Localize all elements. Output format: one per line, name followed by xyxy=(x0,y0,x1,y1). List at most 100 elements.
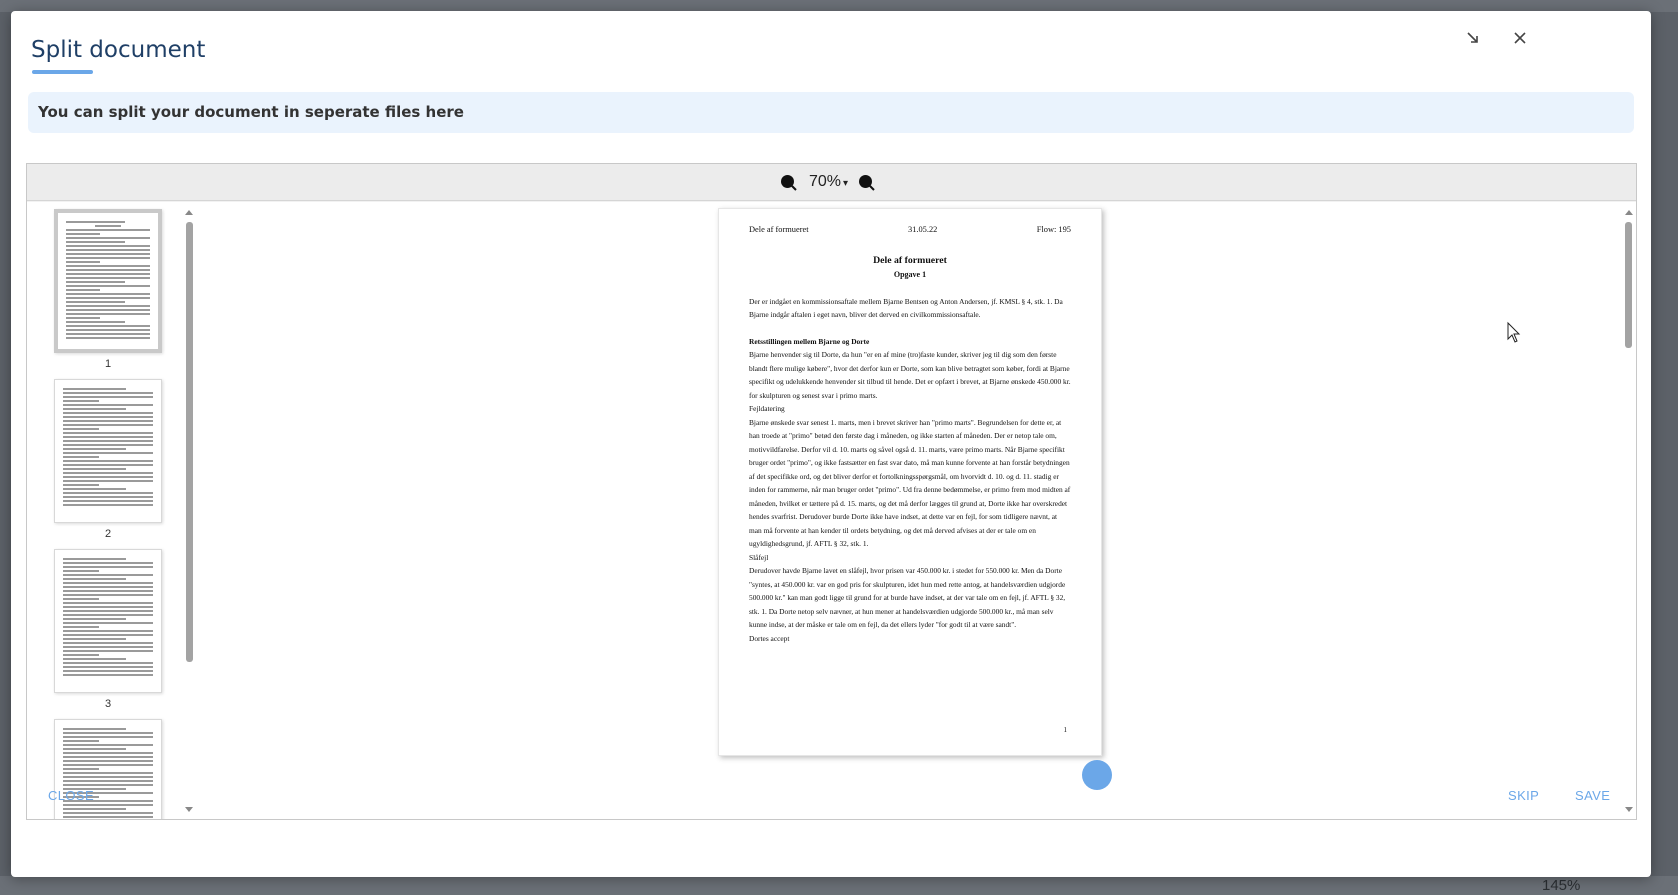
thumbnail-preview xyxy=(54,379,162,523)
thumbnail-text-line xyxy=(66,321,125,323)
thumbnail-text-line xyxy=(63,476,153,478)
thumbnail-text-line xyxy=(66,297,150,299)
thumbnail-text-line xyxy=(66,313,150,315)
thumbnail-text-line xyxy=(63,496,153,498)
zoom-select[interactable]: 70% ▾ xyxy=(809,173,848,191)
document-scrollbar[interactable] xyxy=(1620,202,1636,819)
thumbnail-text-line xyxy=(63,468,126,470)
thumbnail-text-line xyxy=(63,594,153,596)
thumbnail-text-line xyxy=(66,281,125,283)
save-button[interactable]: SAVE xyxy=(1575,788,1610,803)
split-action-button[interactable] xyxy=(1082,760,1112,790)
thumbnail-text-line xyxy=(63,404,153,406)
thumbnail-text-line xyxy=(63,606,153,608)
thumbnail-text-line xyxy=(63,662,153,664)
thumbnail-text-line xyxy=(63,504,153,506)
thumbnail-text-line xyxy=(63,622,153,624)
thumbnail-text-line xyxy=(63,736,153,738)
thumbnail-text-line xyxy=(63,752,153,754)
viewer-toolbar: 70% ▾ xyxy=(27,164,1636,201)
thumbnail-page-1[interactable]: 1 xyxy=(54,209,162,370)
zoom-controls: 70% ▾ xyxy=(780,173,875,191)
thumbnail-text-line xyxy=(63,492,153,494)
thumbnail-text-line xyxy=(63,488,126,490)
thumbnail-text-line xyxy=(66,301,125,303)
document-title: Dele af formueret xyxy=(873,254,947,266)
thumbnail-text-line xyxy=(63,618,126,620)
mouse-cursor-icon xyxy=(1507,321,1521,343)
close-icon[interactable] xyxy=(1507,25,1533,51)
section-heading: Slåfejl xyxy=(749,552,769,562)
zoom-in-icon[interactable] xyxy=(858,174,875,191)
paragraph: Bjarne ønskede svar senest 1. marts, men… xyxy=(749,417,1071,549)
thumbnail-text-line xyxy=(63,428,99,430)
thumbnail-text-line xyxy=(66,269,150,271)
thumbnail-text-line xyxy=(63,412,153,414)
thumbnail-text-line xyxy=(63,646,153,648)
thumbnail-text-line xyxy=(66,261,100,263)
scrollbar-thumb[interactable] xyxy=(186,222,193,662)
header-right: Flow: 195 xyxy=(1036,225,1071,234)
thumbnail-text-line xyxy=(63,816,153,818)
thumbnail-text-line xyxy=(95,225,121,227)
section-heading: Fejldatering xyxy=(749,404,785,413)
thumbnail-text-line xyxy=(66,317,100,319)
close-button[interactable]: CLOSE xyxy=(48,788,94,803)
thumbnail-text-line xyxy=(63,392,153,394)
thumbnail-text-line xyxy=(63,444,153,446)
zoom-out-icon[interactable] xyxy=(780,174,797,191)
thumbnail-text-line xyxy=(63,634,153,636)
page-header: Dele af formueret 31.05.22 Flow: 195 xyxy=(749,223,1071,237)
thumbnail-text-line xyxy=(63,748,126,750)
intro-paragraph: Der er indgået en kommissionsaftale mell… xyxy=(749,296,1063,320)
thumbnail-text-line xyxy=(63,396,153,398)
thumbnail-page-2[interactable]: 2 xyxy=(54,379,162,540)
thumbnail-page-3[interactable]: 3 xyxy=(54,549,162,710)
thumbnail-text-line xyxy=(63,440,153,442)
thumbnail-text-line xyxy=(63,768,99,770)
thumbnail-text-line xyxy=(63,756,153,758)
chevron-down-icon: ▾ xyxy=(843,178,849,189)
thumbnail-preview xyxy=(54,719,162,819)
thumbnail-page-number: 1 xyxy=(104,358,112,370)
thumbnail-text-line xyxy=(66,337,150,339)
thumbnail-text-line xyxy=(63,626,99,628)
thumbnail-text-line xyxy=(66,245,150,247)
thumbnail-text-line xyxy=(63,760,153,762)
scroll-down-icon[interactable] xyxy=(185,807,193,812)
thumbnail-page-number: 3 xyxy=(104,698,112,710)
section-heading: Retsstillingen mellem Bjarne og Dorte xyxy=(749,336,870,346)
thumbnail-text-line xyxy=(63,578,126,580)
thumbnail-text-line xyxy=(63,654,99,656)
scrollbar-thumb[interactable] xyxy=(1625,222,1632,348)
thumbnail-text-line xyxy=(63,566,153,568)
thumbnail-page-number: 2 xyxy=(104,528,112,540)
thumbnail-text-line xyxy=(63,472,153,474)
thumbnail-text-line xyxy=(66,293,150,295)
thumbnail-text-line xyxy=(63,464,153,466)
thumbnail-text-line xyxy=(66,285,150,287)
thumbnail-text-line xyxy=(63,436,153,438)
scroll-down-icon[interactable] xyxy=(1625,807,1633,812)
skip-button[interactable]: SKIP xyxy=(1508,788,1539,803)
scroll-up-icon[interactable] xyxy=(1625,210,1633,215)
info-banner: You can split your document in seperate … xyxy=(28,92,1634,133)
thumbnail-text-line xyxy=(66,309,150,311)
thumbnail-page-4[interactable] xyxy=(54,719,162,819)
thumbnail-text-line xyxy=(63,432,153,434)
minimize-icon[interactable] xyxy=(1460,25,1486,51)
thumbnail-scrollbar[interactable] xyxy=(182,202,202,819)
thumbnail-text-line xyxy=(63,400,99,402)
thumbnail-text-line xyxy=(63,614,153,616)
thumbnail-text-line xyxy=(63,480,153,482)
dialog-title: Split document xyxy=(31,37,206,63)
header-center: 31.05.22 xyxy=(908,225,938,234)
scroll-up-icon[interactable] xyxy=(185,210,193,215)
thumbnail-text-line xyxy=(63,610,153,612)
thumbnail-text-line xyxy=(63,582,153,584)
thumbnail-text-line xyxy=(63,562,153,564)
thumbnail-text-line xyxy=(63,602,153,604)
thumbnail-text-line xyxy=(63,570,99,572)
thumbnail-text-line xyxy=(63,638,126,640)
thumbnail-text-line xyxy=(63,420,153,422)
